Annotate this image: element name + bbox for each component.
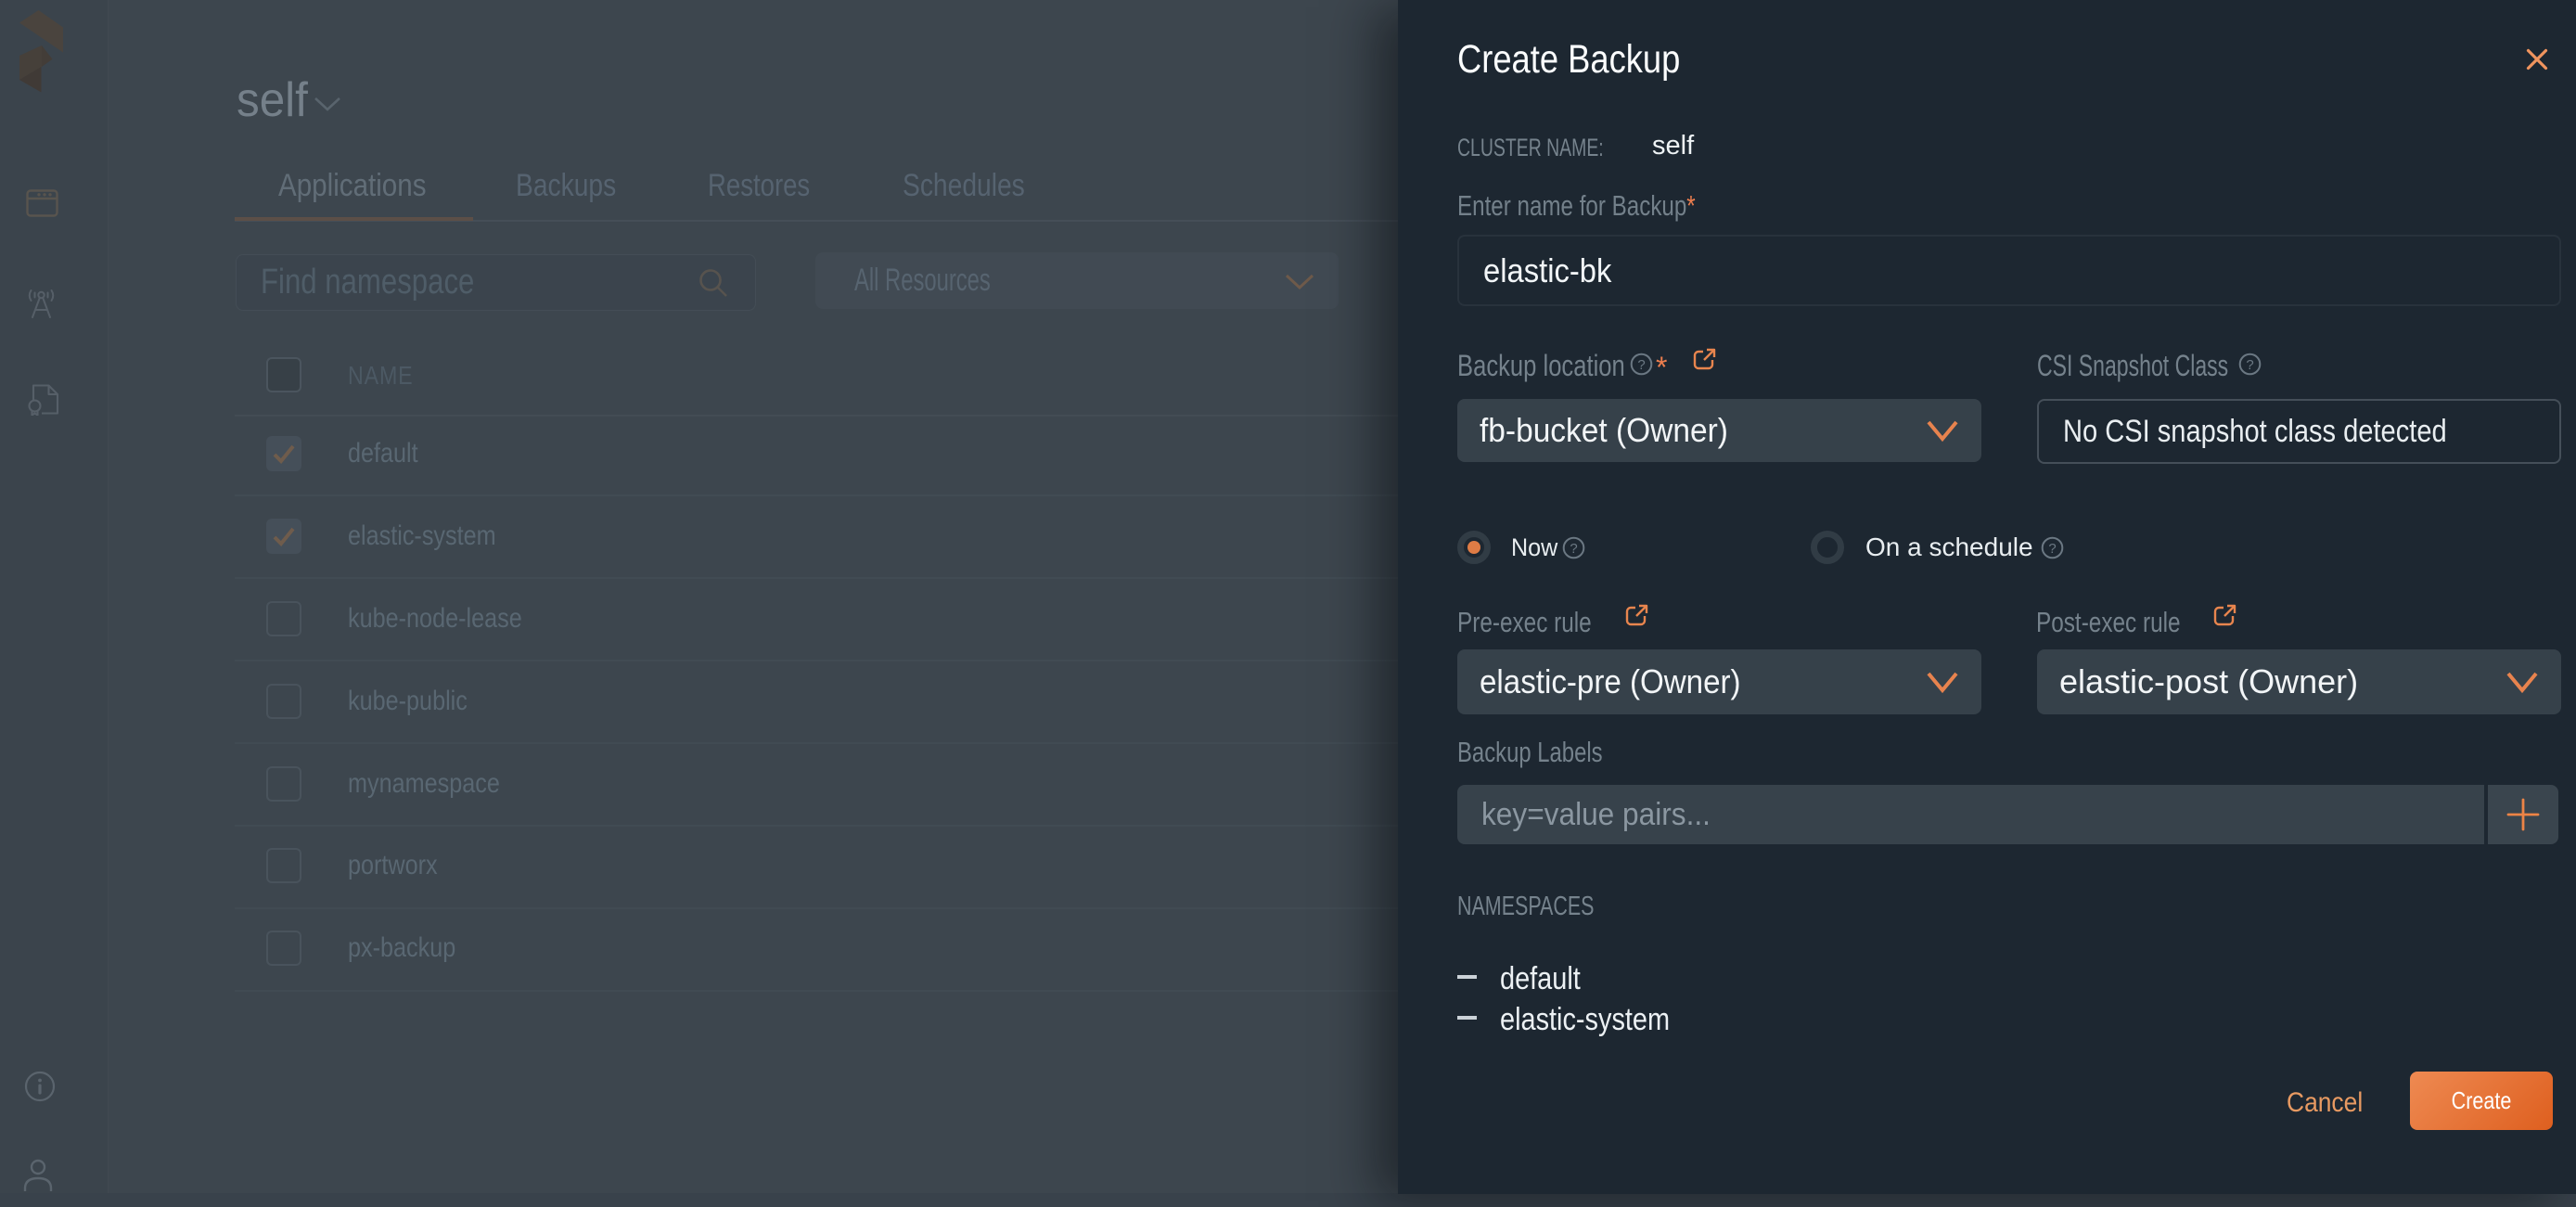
svg-text:?: ?	[2246, 357, 2253, 373]
svg-text:?: ?	[2048, 541, 2056, 557]
svg-text:?: ?	[1570, 541, 1577, 557]
svg-text:?: ?	[1637, 357, 1645, 373]
